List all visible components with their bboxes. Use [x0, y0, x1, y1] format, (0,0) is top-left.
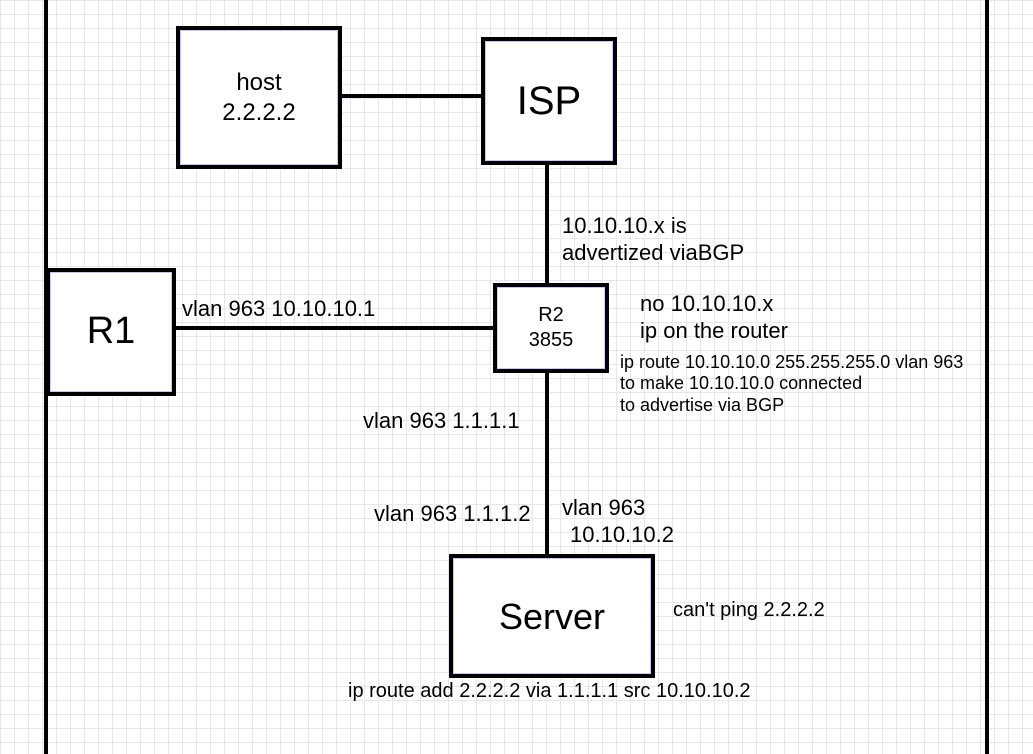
- link-r1-r2: [170, 326, 494, 330]
- link-isp-r2: [545, 158, 549, 286]
- isp-label: ISP: [517, 76, 581, 126]
- route-label-2: to make 10.10.10.0 connected: [620, 373, 862, 394]
- bot-vlan-label: vlan 963 1.1.1.2: [374, 501, 531, 527]
- srv-vlan-label-2: 10.10.10.2: [570, 522, 674, 548]
- diagram-canvas: host 2.2.2.2 ISP R1 R2 3855 Server 10.10…: [0, 0, 1033, 754]
- bgp-label-2: advertized viaBGP: [562, 240, 744, 266]
- route-label-1: ip route 10.10.10.0 255.255.255.0 vlan 9…: [620, 352, 963, 373]
- top-vlan-label: vlan 963 1.1.1.1: [363, 408, 520, 434]
- server-label: Server: [499, 594, 605, 639]
- cant-ping-label: can't ping 2.2.2.2: [673, 599, 825, 622]
- link-host-isp: [336, 94, 482, 98]
- r2-label-2: 3855: [529, 328, 574, 353]
- r1-link-label: vlan 963 10.10.10.1: [182, 296, 375, 322]
- node-host: host 2.2.2.2: [176, 26, 342, 169]
- bgp-label-1: 10.10.10.x is: [562, 213, 687, 239]
- srv-vlan-label-1: vlan 963: [562, 495, 645, 521]
- host-label-1: host: [236, 68, 281, 98]
- node-server: Server: [449, 554, 655, 678]
- host-label-2: 2.2.2.2: [222, 98, 295, 128]
- link-r2-server: [545, 366, 549, 556]
- noip-label-2: ip on the router: [640, 318, 788, 344]
- node-r2: R2 3855: [493, 283, 609, 373]
- r2-label-1: R2: [538, 303, 564, 328]
- server-route-label: ip route add 2.2.2.2 via 1.1.1.1 src 10.…: [348, 680, 751, 703]
- noip-label-1: no 10.10.10.x: [640, 291, 773, 317]
- r1-label: R1: [87, 308, 136, 356]
- node-r1: R1: [46, 268, 176, 396]
- node-isp: ISP: [481, 37, 617, 165]
- frame-right: [985, 0, 989, 754]
- route-label-3: to advertise via BGP: [620, 395, 784, 416]
